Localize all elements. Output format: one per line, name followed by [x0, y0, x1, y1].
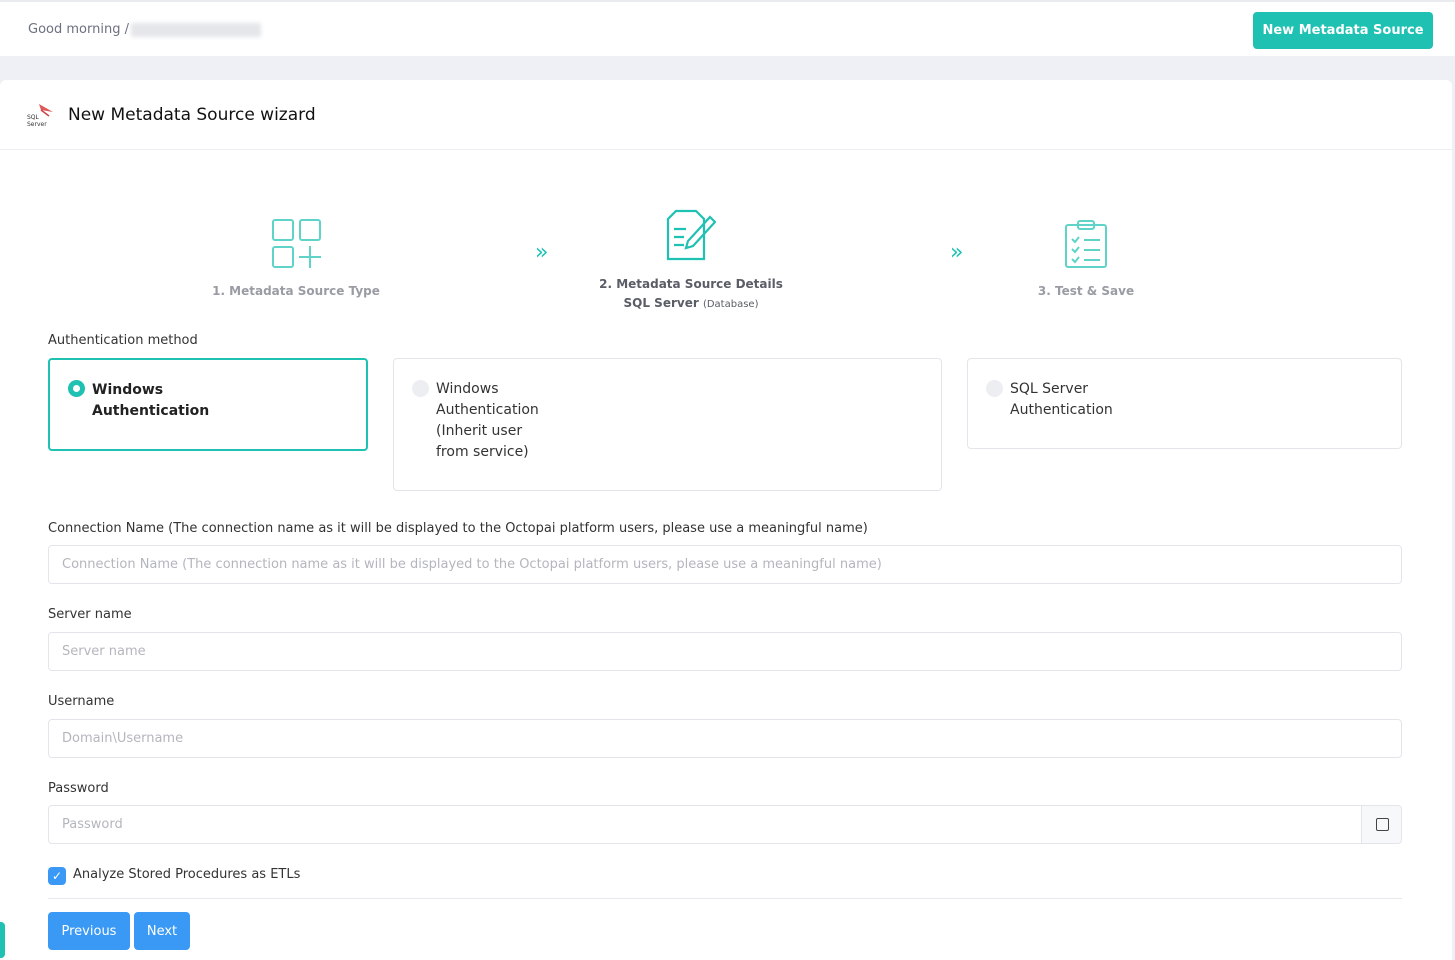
chevron-right-icon: » — [950, 240, 964, 265]
server-name-label: Server name — [48, 607, 132, 622]
edit-document-icon — [666, 209, 716, 261]
next-button[interactable]: Next — [134, 912, 190, 950]
radio-unselected[interactable] — [986, 380, 1003, 397]
auth-option-label: Windows Authentication (Inherit user fro… — [436, 381, 539, 460]
connection-name-label: Connection Name (The connection name as … — [48, 521, 868, 536]
show-password-toggle[interactable] — [1361, 805, 1402, 844]
new-metadata-source-button[interactable]: New Metadata Source — [1253, 12, 1433, 49]
divider — [48, 898, 1402, 899]
square-icon — [1376, 818, 1389, 831]
auth-method-label: Authentication method — [48, 333, 198, 348]
greeting: Good morning / — [28, 22, 261, 37]
step-2-label: 2. Metadata Source Details — [599, 277, 783, 291]
checklist-icon — [1065, 220, 1107, 268]
analyze-sp-checkbox[interactable]: ✓ — [48, 867, 66, 885]
auth-option-label: Windows Authentication — [92, 382, 210, 419]
sql-server-logo: SQL Server — [27, 102, 59, 128]
radio-unselected[interactable] — [412, 380, 429, 397]
username-input[interactable] — [48, 719, 1402, 758]
server-name-input[interactable] — [48, 632, 1402, 671]
auth-option-label: SQL Server Authentication — [1010, 381, 1113, 418]
side-help-tab[interactable] — [0, 922, 5, 958]
step-1-label: 1. Metadata Source Type — [212, 284, 380, 298]
password-input[interactable] — [48, 805, 1362, 844]
connection-name-input[interactable] — [48, 545, 1402, 584]
wizard-title: New Metadata Source wizard — [68, 104, 316, 125]
auth-option-windows-inherit[interactable]: Windows Authentication (Inherit user fro… — [393, 358, 942, 491]
grid-plus-icon — [272, 219, 321, 268]
step-2: 2. Metadata Source Details SQL Server (Da… — [570, 275, 812, 314]
radio-selected[interactable] — [68, 380, 85, 397]
step-2-type: (Database) — [702, 299, 759, 310]
top-bar: Good morning / New Metadata Source — [0, 0, 1455, 56]
analyze-sp-label: Analyze Stored Procedures as ETLs — [73, 867, 301, 882]
previous-button[interactable]: Previous — [48, 912, 130, 950]
username-label: Username — [48, 694, 115, 709]
chevron-right-icon: » — [535, 240, 549, 265]
step-2-source: SQL Server — [623, 296, 699, 310]
password-label: Password — [48, 781, 109, 796]
wizard-header: SQL Server New Metadata Source wizard — [0, 80, 1452, 150]
greeting-text: Good morning / — [28, 22, 129, 37]
step-3-label: 3. Test & Save — [1037, 284, 1135, 298]
redacted-name — [130, 22, 261, 37]
step-3: 3. Test & Save — [1000, 284, 1172, 298]
auth-option-windows[interactable]: Windows Authentication — [48, 358, 368, 451]
step-1: 1. Metadata Source Type — [196, 284, 396, 298]
auth-option-sql-server[interactable]: SQL Server Authentication — [967, 358, 1402, 449]
